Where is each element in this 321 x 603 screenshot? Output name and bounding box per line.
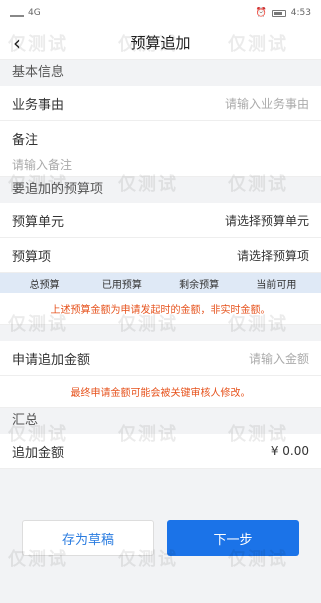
page-title: 预算追加: [130, 34, 191, 52]
remark-label: 备注: [12, 133, 39, 148]
section-basic-info: 基本信息: [0, 60, 321, 86]
budget-unit-label: 预算单元: [12, 214, 65, 230]
reason-row[interactable]: 业务事由 请输入业务事由: [0, 86, 321, 121]
apply-note: 最终申请金额可能会被关键审核人修改。: [0, 376, 321, 408]
reason-input[interactable]: 请输入业务事由: [225, 95, 309, 112]
budget-summary-header: 总预算 已用预算 剩余预算 当前可用: [0, 273, 321, 293]
remark-field[interactable]: 备注 请输入备注: [0, 121, 321, 177]
save-draft-button[interactable]: 存为草稿: [22, 520, 154, 556]
section-summary: 汇总: [0, 408, 321, 434]
col-available-budget: 当前可用: [256, 279, 297, 291]
col-remaining-budget: 剩余预算: [179, 279, 220, 291]
network-type: 4G: [28, 8, 41, 18]
back-arrow-icon[interactable]: ‹: [0, 26, 34, 60]
next-step-button[interactable]: 下一步: [167, 520, 299, 556]
budget-note: 上述预算金额为申请发起时的金额，非实时金额。: [0, 293, 321, 325]
total-value: ¥ 0.00: [270, 444, 309, 458]
budget-item-select[interactable]: 请选择预算项: [237, 247, 309, 264]
action-bar: 存为草稿 下一步: [0, 520, 321, 570]
total-row: 追加金额 ¥ 0.00: [0, 434, 321, 469]
section-budget-items: 要追加的预算项: [0, 177, 321, 203]
clock: 4:53: [290, 8, 311, 18]
budget-item-row[interactable]: 预算项 请选择预算项: [0, 238, 321, 273]
alarm-icon: ⏰: [255, 8, 267, 18]
reason-label: 业务事由: [12, 97, 65, 113]
budget-item-label: 预算项: [12, 249, 52, 265]
total-label: 追加金额: [12, 445, 65, 461]
col-total-budget: 总预算: [29, 279, 60, 291]
col-used-budget: 已用预算: [101, 279, 142, 291]
status-bar: 4G ⏰ 4:53: [0, 0, 321, 26]
apply-amount-input[interactable]: 请输入金额: [249, 350, 309, 367]
budget-unit-select[interactable]: 请选择预算单元: [225, 212, 309, 229]
apply-amount-label: 申请追加金额: [12, 352, 91, 368]
spacer: [0, 325, 321, 341]
budget-unit-row[interactable]: 预算单元 请选择预算单元: [0, 203, 321, 238]
nav-bar: ‹ 预算追加: [0, 26, 321, 60]
signal-icon: [10, 9, 24, 17]
remark-input[interactable]: 请输入备注: [12, 156, 309, 173]
apply-amount-row[interactable]: 申请追加金额 请输入金额: [0, 341, 321, 376]
battery-icon: [271, 9, 286, 17]
